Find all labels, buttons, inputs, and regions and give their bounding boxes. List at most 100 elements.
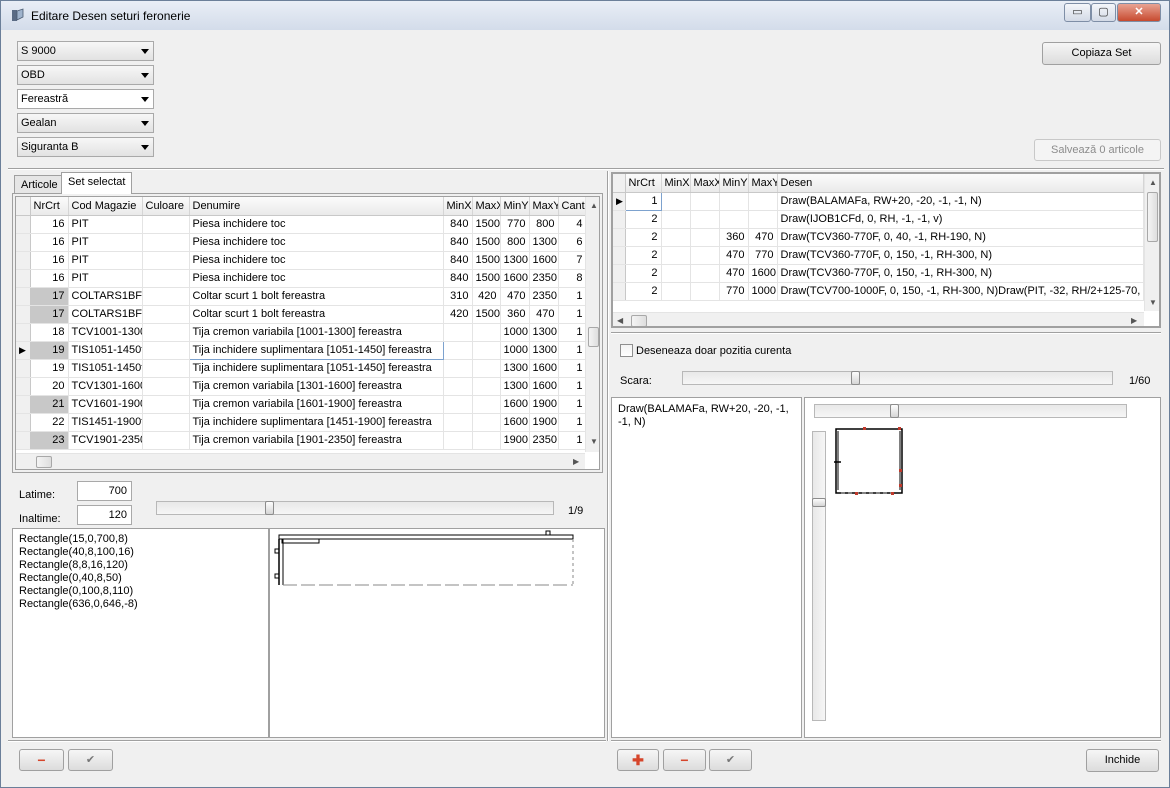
table-cell[interactable]: 1500 <box>472 251 501 270</box>
table-cell[interactable]: Draw(TCV360-770F, 0, 40, -1, RH-190, N) <box>777 228 1144 247</box>
preview-horizontal-slider[interactable] <box>814 404 1127 418</box>
minimize-button[interactable]: ▭ <box>1064 3 1091 22</box>
table-cell[interactable]: 840 <box>443 269 473 288</box>
table-cell[interactable] <box>443 431 473 450</box>
table-cell[interactable]: TIS1051-1450f <box>68 359 143 378</box>
scroll-right-icon[interactable]: ▶ <box>1131 316 1137 326</box>
table-cell[interactable] <box>472 359 501 378</box>
table-cell[interactable]: COLTARS1BF <box>68 305 143 324</box>
opening-type-select[interactable]: OBD <box>17 65 154 85</box>
table-cell[interactable]: 770 <box>748 246 778 265</box>
table-cell[interactable]: TIS1451-1900f <box>68 413 143 432</box>
table-cell[interactable]: 1500 <box>472 305 501 324</box>
drawing-column-header[interactable]: MinX <box>661 174 691 193</box>
table-cell[interactable]: Piesa inchidere toc <box>189 251 444 270</box>
row-indicator[interactable] <box>16 377 31 396</box>
table-cell[interactable]: 360 <box>719 228 749 247</box>
table-cell[interactable]: Piesa inchidere toc <box>189 233 444 252</box>
table-cell[interactable]: 470 <box>500 287 530 306</box>
drawing-horizontal-scrollbar[interactable]: ◀ ▶ <box>613 312 1144 326</box>
table-row[interactable]: 16 PIT Piesa inchidere toc 840 1500 800 1300 6 <box>16 233 587 252</box>
table-cell[interactable]: 310 <box>443 287 473 306</box>
table-cell[interactable] <box>142 359 190 378</box>
table-row[interactable]: 21 TCV1601-1900 Tija cremon variabila [160… <box>16 395 587 414</box>
table-cell[interactable]: 2 <box>625 246 662 265</box>
table-cell[interactable] <box>719 192 749 211</box>
table-cell[interactable]: 1600 <box>748 264 778 283</box>
row-indicator[interactable] <box>613 264 626 283</box>
table-cell[interactable]: 1600 <box>500 413 530 432</box>
table-cell[interactable] <box>472 413 501 432</box>
table-cell[interactable]: 16 <box>30 233 69 252</box>
table-cell[interactable]: 16 <box>30 215 69 234</box>
drawing-column-header[interactable]: NrCrt <box>625 174 662 193</box>
articles-column-header[interactable]: Culoare <box>142 197 190 216</box>
table-cell[interactable]: 1500 <box>472 269 501 288</box>
drawing-column-header[interactable]: MaxX <box>690 174 720 193</box>
table-cell[interactable]: 1900 <box>529 413 559 432</box>
table-cell[interactable] <box>443 341 473 360</box>
table-cell[interactable]: 19 <box>30 341 69 360</box>
table-row[interactable]: 17 COLTARS1BF Coltar scurt 1 bolt fereastr… <box>16 287 587 306</box>
drawing-hscroll-thumb[interactable] <box>631 315 647 326</box>
scroll-left-icon[interactable]: ◀ <box>617 316 623 326</box>
articles-column-header[interactable]: MinX <box>443 197 473 216</box>
drawing-column-header[interactable]: MaxY <box>748 174 778 193</box>
table-cell[interactable] <box>690 282 720 301</box>
table-cell[interactable]: 840 <box>443 251 473 270</box>
table-cell[interactable]: 1600 <box>500 269 530 288</box>
width-input[interactable]: 700 <box>77 481 132 501</box>
left-commands-box[interactable]: Rectangle(15,0,700,8) Rectangle(40,8,100… <box>12 528 269 738</box>
close-window-button[interactable]: ✕ <box>1117 3 1161 22</box>
table-cell[interactable]: 7 <box>558 251 587 270</box>
row-indicator[interactable] <box>16 269 31 288</box>
table-cell[interactable]: Coltar scurt 1 bolt fereastra <box>189 287 444 306</box>
table-cell[interactable]: 800 <box>529 215 559 234</box>
table-cell[interactable]: 20 <box>30 377 69 396</box>
row-indicator[interactable] <box>613 210 626 229</box>
table-cell[interactable] <box>443 413 473 432</box>
table-cell[interactable]: 1 <box>558 413 587 432</box>
table-cell[interactable] <box>142 341 190 360</box>
table-cell[interactable]: PIT <box>68 251 143 270</box>
remove-article-button[interactable]: − <box>19 749 64 771</box>
row-indicator[interactable]: ▶ <box>16 341 31 360</box>
table-row[interactable]: 16 PIT Piesa inchidere toc 840 1500 770 800 4 <box>16 215 587 234</box>
articles-column-header[interactable]: MinY <box>500 197 530 216</box>
table-cell[interactable]: Piesa inchidere toc <box>189 269 444 288</box>
preview-vertical-slider[interactable] <box>812 431 826 721</box>
table-cell[interactable]: Draw(TCV360-770F, 0, 150, -1, RH-300, N) <box>777 264 1144 283</box>
table-cell[interactable]: 23 <box>30 431 69 450</box>
table-cell[interactable]: 1300 <box>500 251 530 270</box>
remove-drawing-button[interactable]: − <box>663 749 706 771</box>
table-cell[interactable]: 1300 <box>500 359 530 378</box>
table-cell[interactable] <box>142 377 190 396</box>
preview-vertical-thumb[interactable] <box>812 498 826 507</box>
table-cell[interactable]: 1 <box>558 323 587 342</box>
table-row[interactable]: 17 COLTARS1BF Coltar scurt 1 bolt fereastr… <box>16 305 587 324</box>
articles-hscroll-thumb[interactable] <box>36 456 52 468</box>
table-row[interactable]: 16 PIT Piesa inchidere toc 840 1500 1600 2350 8 <box>16 269 587 288</box>
table-cell[interactable]: Tija inchidere suplimentara [1051-1450] … <box>188 340 444 360</box>
row-indicator[interactable] <box>16 413 31 432</box>
left-zoom-slider[interactable] <box>156 501 554 515</box>
table-row[interactable]: 22 TIS1451-1900f Tija inchidere suplimenta… <box>16 413 587 432</box>
table-cell[interactable]: 1 <box>558 395 587 414</box>
table-cell[interactable]: 2 <box>625 210 662 229</box>
table-cell[interactable] <box>142 395 190 414</box>
scroll-right-icon[interactable]: ▶ <box>573 457 579 467</box>
close-button[interactable]: Inchide <box>1086 749 1159 772</box>
articles-column-header[interactable]: MaxY <box>529 197 559 216</box>
table-cell[interactable]: Tija cremon variabila [1001-1300] fereas… <box>189 323 444 342</box>
table-cell[interactable] <box>142 233 190 252</box>
table-cell[interactable]: 17 <box>30 287 69 306</box>
table-cell[interactable]: 1 <box>558 287 587 306</box>
table-cell[interactable] <box>748 210 778 229</box>
articles-column-header[interactable]: Cant <box>558 197 587 216</box>
table-cell[interactable]: 1 <box>558 305 587 324</box>
row-indicator[interactable] <box>16 395 31 414</box>
table-cell[interactable]: TIS1051-1450f <box>68 341 143 360</box>
preview-horizontal-thumb[interactable] <box>890 404 899 418</box>
table-cell[interactable]: 360 <box>500 305 530 324</box>
articles-horizontal-scrollbar[interactable]: ▶ <box>16 453 585 469</box>
